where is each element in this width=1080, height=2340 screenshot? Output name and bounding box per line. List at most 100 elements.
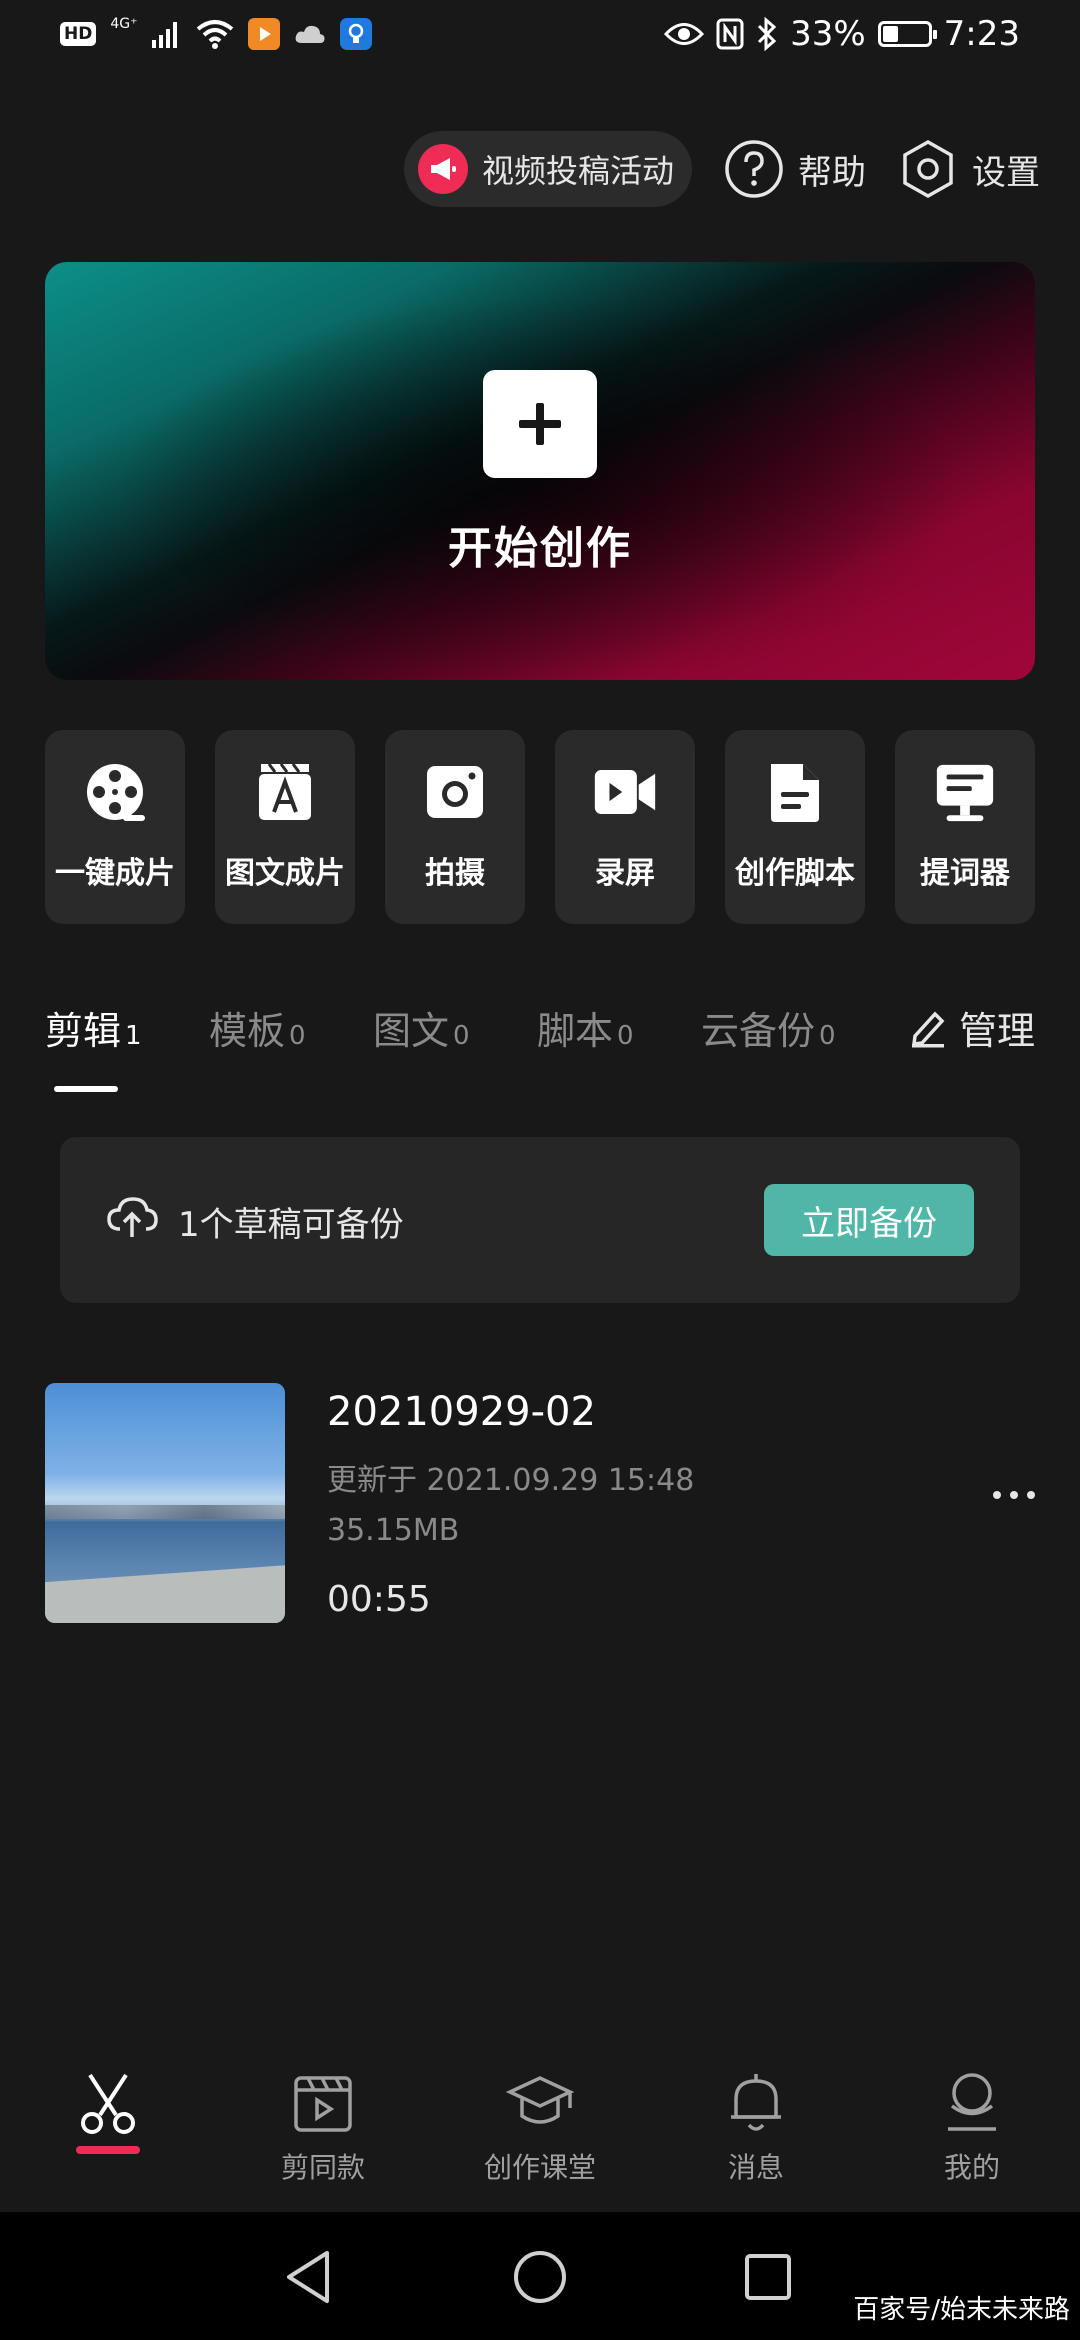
tab-image-text[interactable]: 图文 0: [373, 1000, 470, 1055]
nav-classroom[interactable]: 创作课堂: [465, 2068, 615, 2198]
draft-thumbnail: [45, 1383, 285, 1623]
manage-button[interactable]: 管理: [909, 1000, 1035, 1055]
film-reel-icon: [83, 760, 147, 824]
bulb-app-icon: [339, 18, 372, 50]
screen-record-icon: [593, 760, 657, 824]
tool-script[interactable]: 创作脚本: [725, 730, 865, 924]
bottom-nav: 剪同款 创作课堂 消息 我的: [0, 2050, 1080, 2212]
tool-label: 创作脚本: [735, 856, 855, 891]
tab-cloud-backup[interactable]: 云备份 0: [701, 1000, 836, 1055]
tool-teleprompter[interactable]: 提词器: [895, 730, 1035, 924]
text-clapper-icon: [253, 760, 317, 824]
tab-count: 0: [289, 1021, 306, 1051]
profile-icon: [937, 2068, 1007, 2138]
camera-icon: [423, 760, 487, 824]
clock: 7:23: [943, 14, 1020, 54]
cloud-upload-icon: [107, 1197, 158, 1237]
thumbnail-pier: [45, 1562, 285, 1623]
hero-title: 开始创作: [448, 523, 632, 574]
plus-icon: [483, 370, 597, 478]
nav-edit[interactable]: [33, 2068, 183, 2198]
tool-shoot[interactable]: 拍摄: [385, 730, 525, 924]
nav-messages[interactable]: 消息: [681, 2068, 831, 2198]
video-submission-button[interactable]: 视频投稿活动: [403, 131, 692, 207]
tool-label: 一键成片: [55, 856, 175, 891]
promo-label: 视频投稿活动: [481, 152, 674, 190]
tab-label: 剪辑: [45, 1009, 122, 1053]
tab-count: 0: [453, 1021, 470, 1051]
draft-title: 20210929-02: [327, 1389, 596, 1435]
top-actions: 视频投稿活动 帮助 设置: [403, 130, 1040, 208]
active-tab-indicator: [54, 1086, 118, 1092]
system-nav-bar: 百家号/始末未来路: [0, 2212, 1080, 2340]
pencil-icon: [911, 1010, 945, 1047]
graduation-cap-icon: [505, 2068, 575, 2138]
status-bar-right: 33% 7:23: [664, 14, 1020, 54]
bell-icon: [721, 2068, 791, 2138]
status-bar-left: HD 4G⁺: [60, 16, 372, 50]
manage-label: 管理: [958, 1009, 1035, 1053]
draft-item[interactable]: 20210929-02 更新于 2021.09.29 15:48 35.15MB…: [45, 1383, 1035, 1623]
active-nav-indicator: [76, 2146, 140, 2154]
signal-icon: [151, 22, 177, 48]
more-options-icon[interactable]: [975, 1483, 1035, 1507]
tab-script[interactable]: 脚本 0: [537, 1000, 634, 1055]
back-icon[interactable]: [274, 2242, 344, 2312]
watermark: 百家号/始末未来路: [853, 2295, 1070, 2325]
video-app-icon: [247, 18, 280, 50]
nav-label: 剪同款: [280, 2151, 365, 2184]
template-clapper-icon: [288, 2068, 358, 2138]
backup-text: 1个草稿可备份: [178, 1205, 404, 1245]
tab-count: 0: [617, 1021, 634, 1051]
nav-profile[interactable]: 我的: [897, 2068, 1047, 2198]
cloud-icon: [295, 25, 324, 43]
draft-size: 35.15MB: [327, 1513, 460, 1548]
tool-label: 录屏: [595, 856, 655, 891]
nav-template[interactable]: 剪同款: [248, 2068, 398, 2198]
tab-label: 云备份: [701, 1009, 816, 1053]
backup-card: 1个草稿可备份 立即备份: [60, 1137, 1020, 1303]
network-type: 4G⁺: [110, 16, 138, 32]
nfc-icon: [716, 18, 744, 50]
tool-label: 拍摄: [425, 856, 485, 891]
tool-label: 图文成片: [225, 856, 345, 891]
thumbnail-skyline: [45, 1505, 285, 1519]
wifi-icon: [196, 20, 233, 49]
help-icon: [725, 140, 783, 198]
script-doc-icon: [763, 760, 827, 824]
settings-button[interactable]: 设置: [898, 139, 1040, 199]
nav-label: 我的: [943, 2151, 1000, 2184]
home-icon[interactable]: [505, 2242, 575, 2312]
status-bar: HD 4G⁺ 33% 7:23: [0, 0, 1080, 80]
bluetooth-icon: [758, 17, 777, 51]
recents-icon[interactable]: [733, 2242, 803, 2312]
hd-badge: HD: [60, 22, 97, 46]
battery-percent: 33%: [790, 14, 866, 54]
draft-duration: 00:55: [327, 1579, 431, 1620]
quick-tools: 一键成片 图文成片 拍摄 录屏 创作脚本 提词器: [45, 730, 1035, 924]
tab-edit[interactable]: 剪辑 1: [45, 1000, 142, 1055]
tab-label: 图文: [373, 1009, 450, 1053]
tool-screen-record[interactable]: 录屏: [555, 730, 695, 924]
gear-icon: [903, 139, 953, 199]
start-create-banner[interactable]: 开始创作: [45, 262, 1035, 680]
draft-updated: 更新于 2021.09.29 15:48: [327, 1463, 695, 1498]
tab-template[interactable]: 模板 0: [209, 1000, 306, 1055]
tab-count: 0: [819, 1021, 836, 1051]
eye-icon: [664, 23, 705, 45]
settings-label: 设置: [972, 152, 1040, 193]
backup-now-button[interactable]: 立即备份: [764, 1184, 974, 1256]
battery-icon: [877, 21, 937, 47]
megaphone-icon: [417, 144, 468, 194]
nav-label: 消息: [727, 2151, 784, 2184]
tool-label: 提词器: [920, 856, 1010, 891]
tool-text-to-video[interactable]: 图文成片: [215, 730, 355, 924]
tool-one-click-video[interactable]: 一键成片: [45, 730, 185, 924]
help-button[interactable]: 帮助: [724, 139, 866, 199]
teleprompter-icon: [933, 760, 997, 824]
tab-label: 脚本: [537, 1009, 614, 1053]
draft-tabs: 剪辑 1 模板 0 图文 0 脚本 0 云备份 0 管理: [45, 1000, 1035, 1092]
scissors-icon: [73, 2068, 143, 2138]
tab-label: 模板: [209, 1009, 286, 1053]
tab-count: 1: [125, 1021, 142, 1051]
